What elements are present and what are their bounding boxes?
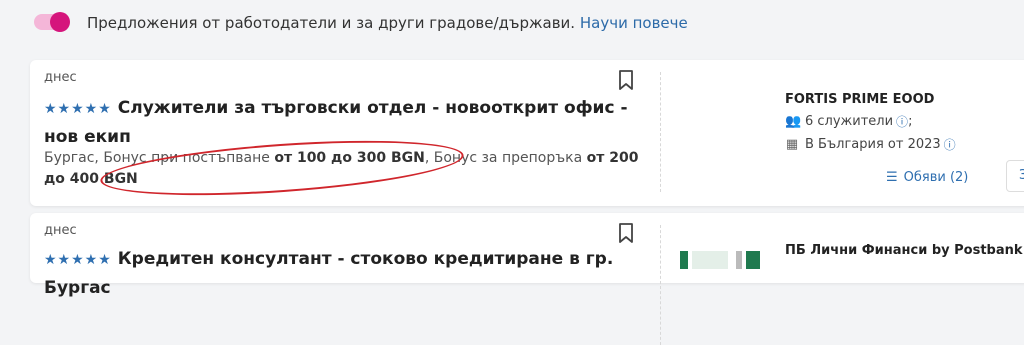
calendar-icon: ▦: [785, 137, 799, 152]
info-icon[interactable]: ⓘ: [896, 113, 908, 130]
card-divider: [660, 72, 661, 192]
banner-message: Предложения от работодатели и за други г…: [87, 14, 576, 32]
job-title-text: Кредитен консултант - стоково кредитиран…: [44, 249, 614, 298]
job-title-text: Служители за търговски отдел - новооткри…: [44, 98, 628, 147]
employees-row: 👥 6 служители ⓘ;: [785, 113, 913, 130]
job-date: днес: [44, 70, 77, 85]
company-info: FORTIS PRIME EOOD 👥 6 служители ⓘ; ▦ В Б…: [785, 92, 956, 153]
people-icon: 👥: [785, 114, 802, 129]
company-ads-link[interactable]: ☰ Обяви (2): [886, 170, 968, 185]
suggestions-banner: Предложения от работодатели и за други г…: [0, 0, 1024, 48]
job-city: Бургас: [44, 150, 95, 166]
job-date: днес: [44, 223, 77, 238]
rating-stars: ★★★★★: [44, 252, 112, 268]
card-divider: [660, 225, 661, 345]
job-card[interactable]: днес ★★★★★ Служители за търговски отдел -…: [30, 60, 1024, 206]
since-text: В България от 2023: [805, 137, 941, 152]
info-icon[interactable]: ⓘ: [944, 136, 956, 153]
job-title[interactable]: ★★★★★ Кредитен консултант - стоково креди…: [44, 245, 644, 302]
rating-stars: ★★★★★: [44, 101, 112, 117]
banner-text: Предложения от работодатели и за други г…: [87, 14, 688, 32]
company-name[interactable]: ПБ Лични Финанси by Postbank / Юр: [785, 243, 1024, 258]
bookmark-icon[interactable]: [618, 70, 634, 90]
company-logo: [680, 251, 770, 269]
job-card[interactable]: днес ★★★★★ Кредитен консултант - стоково …: [30, 213, 1024, 345]
list-icon: ☰: [886, 170, 898, 185]
bookmark-icon[interactable]: [618, 223, 634, 243]
since-row: ▦ В България от 2023 ⓘ: [785, 136, 956, 153]
company-name[interactable]: FORTIS PRIME EOOD: [785, 92, 956, 107]
suggestions-toggle[interactable]: [34, 12, 70, 32]
follow-button[interactable]: За: [1006, 160, 1024, 192]
learn-more-link[interactable]: Научи повече: [580, 14, 688, 32]
toggle-knob: [50, 12, 70, 32]
ads-label: Обяви (2): [903, 170, 969, 185]
employees-count: 6 служители: [805, 114, 894, 129]
